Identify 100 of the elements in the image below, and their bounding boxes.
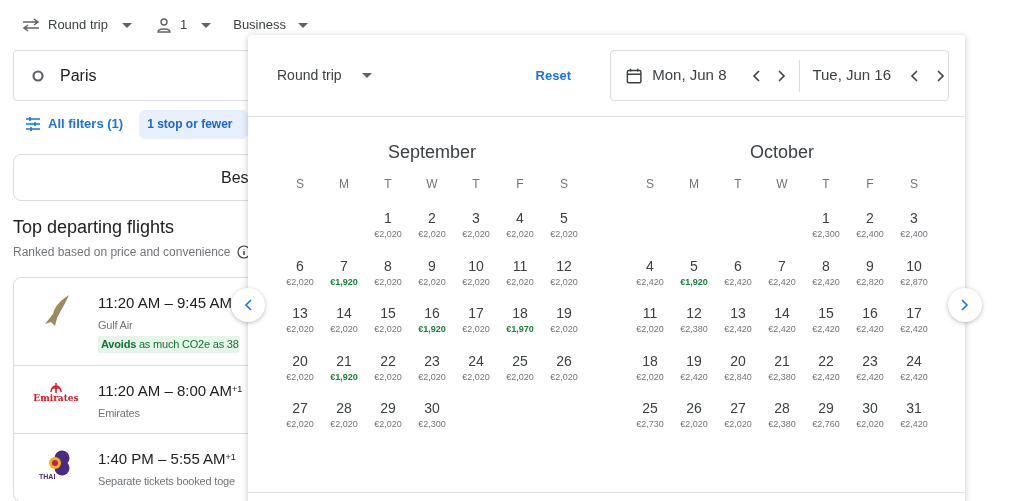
airline-name: Emirates — [98, 405, 140, 421]
stops-filter-chip[interactable]: 1 stop or fewer — [139, 109, 249, 139]
weekday-label: F — [516, 176, 524, 193]
day-cell[interactable]: 27 €2,020 — [716, 398, 760, 434]
day-cell[interactable]: 23 €2,420 — [848, 350, 892, 387]
caret-icon — [361, 73, 372, 78]
weekday-label: S — [296, 176, 304, 193]
logo-text: Emirates — [33, 394, 79, 403]
person-icon — [156, 17, 172, 33]
day-cell[interactable]: 5 €2,020 — [542, 208, 586, 244]
day-cell[interactable]: 15 €2,420 — [804, 303, 848, 339]
day-cell[interactable]: 24 €2,020 — [454, 350, 498, 387]
day-cell[interactable]: 16 €1,920 — [410, 303, 454, 339]
day-cell[interactable]: 1 €2,300 — [804, 208, 848, 244]
day-cell[interactable]: 2 €2,400 — [848, 208, 892, 244]
day-cell[interactable]: 26 €2,020 — [542, 350, 586, 387]
month-title: September — [386, 141, 478, 164]
calendar-icon — [626, 66, 643, 85]
chevron-left-icon — [751, 69, 760, 82]
day-cell[interactable]: 25 €2,020 — [498, 350, 542, 387]
day-cell[interactable]: 9 €2,820 — [848, 255, 892, 292]
day-cell[interactable]: 3 €2,020 — [454, 208, 498, 244]
weekday-label: T — [734, 176, 742, 193]
day-cell[interactable]: 8 €2,420 — [804, 255, 848, 292]
day-cell[interactable]: 1 €2,020 — [366, 208, 410, 244]
day-cell[interactable]: 14 €2,020 — [322, 303, 366, 339]
cabin-dropdown[interactable]: Business — [233, 15, 308, 35]
day-cell[interactable]: 8 €2,020 — [366, 255, 410, 292]
weekday-label: W — [426, 176, 438, 193]
day-cell[interactable]: 13 €2,020 — [278, 303, 322, 339]
day-cell[interactable]: 2 €2,020 — [410, 208, 454, 244]
day-cell[interactable]: 21 €1,920 — [322, 350, 366, 387]
day-cell[interactable]: 19 €2,420 — [672, 350, 716, 387]
chevron-right-icon — [778, 69, 787, 82]
weekday-label: F — [866, 176, 874, 193]
weekday-label: M — [689, 176, 699, 193]
day-cell[interactable]: 10 €2,020 — [454, 255, 498, 292]
emissions-badge: Avoids as much CO2e as 38 — [98, 336, 239, 353]
day-cell[interactable]: 17 €2,020 — [454, 303, 498, 339]
day-cell[interactable]: 3 €2,400 — [892, 208, 936, 244]
day-cell[interactable]: 4 €2,420 — [628, 255, 672, 292]
day-cell[interactable]: 31 €2,420 — [892, 398, 936, 434]
day-cell[interactable]: 11 €2,020 — [628, 303, 672, 339]
flight-times: 11:20 AM – 8:00 AM$^{+1}$ — [98, 381, 243, 401]
day-cell[interactable]: 7 €1,920 — [322, 255, 366, 292]
day-cell[interactable]: 10 €2,870 — [892, 255, 936, 292]
day-cell[interactable]: 18 €2,020 — [628, 350, 672, 387]
day-cell[interactable]: 22 €2,020 — [366, 350, 410, 387]
day-cell[interactable]: 4 €2,020 — [498, 208, 542, 244]
day-cell[interactable]: 6 €2,420 — [716, 255, 760, 292]
weekday-label: T — [472, 176, 480, 193]
day-cell[interactable]: 14 €2,420 — [760, 303, 804, 339]
day-cell[interactable]: 15 €2,020 — [366, 303, 410, 339]
day-cell[interactable]: 13 €2,420 — [716, 303, 760, 339]
airline-name: Separate tickets booked toge — [98, 473, 235, 489]
day-cell[interactable]: 30 €2,300 — [410, 398, 454, 434]
departure-date: Mon, Jun 8 — [652, 65, 727, 86]
day-cell[interactable]: 22 €2,420 — [804, 350, 848, 387]
day-cell[interactable]: 9 €2,020 — [410, 255, 454, 292]
day-cell[interactable]: 28 €2,020 — [322, 398, 366, 434]
day-cell[interactable]: 29 €2,020 — [366, 398, 410, 434]
caret-icon — [122, 22, 132, 28]
day-cell[interactable]: 26 €2,020 — [672, 398, 716, 434]
day-cell[interactable]: 19 €2,020 — [542, 303, 586, 339]
circle-icon — [32, 69, 44, 82]
day-cell[interactable]: 6 €2,020 — [278, 255, 322, 292]
day-cell[interactable]: 25 €2,730 — [628, 398, 672, 434]
chevron-left-icon — [910, 69, 919, 82]
day-cell[interactable]: 17 €2,420 — [892, 303, 936, 339]
day-cell[interactable]: 28 €2,380 — [760, 398, 804, 434]
day-cell[interactable]: 23 €2,020 — [410, 350, 454, 387]
flight-times: 11:20 AM – 9:45 AM — [98, 293, 232, 313]
section-title: Top departing flights — [13, 216, 175, 239]
filter-icon — [26, 117, 40, 131]
all-filters-button[interactable]: All filters (1) — [26, 114, 124, 134]
passengers-dropdown[interactable]: 1 — [156, 15, 212, 35]
day-cell[interactable]: 24 €2,420 — [892, 350, 936, 387]
flight-times: 1:40 PM – 5:55 AM$^{+1}$ — [98, 449, 236, 469]
day-cell[interactable]: 20 €2,840 — [716, 350, 760, 387]
date-range-field[interactable]: Mon, Jun 8 Tue, Jun 16 — [610, 50, 949, 101]
day-cell[interactable]: 16 €2,420 — [848, 303, 892, 339]
reset-button[interactable]: Reset — [535, 65, 571, 86]
day-cell[interactable]: 5 €1,920 — [672, 255, 716, 292]
day-cell[interactable]: 21 €2,380 — [760, 350, 804, 387]
weekday-label: S — [646, 176, 654, 193]
day-cell[interactable]: 11 €2,020 — [498, 255, 542, 292]
day-cell[interactable]: 29 €2,760 — [804, 398, 848, 434]
section-subtitle: Ranked based on price and convenience — [13, 244, 231, 261]
trip-type-dropdown[interactable]: Round trip — [22, 15, 132, 35]
swap-icon — [22, 18, 40, 32]
day-cell[interactable]: 18 €1,970 — [498, 303, 542, 339]
weekday-label: T — [384, 176, 392, 193]
day-cell[interactable]: 12 €2,380 — [672, 303, 716, 339]
day-cell[interactable]: 12 €2,020 — [542, 255, 586, 292]
info-icon[interactable] — [236, 245, 251, 259]
chevron-right-icon — [961, 299, 969, 311]
day-cell[interactable]: 7 €2,420 — [760, 255, 804, 292]
day-cell[interactable]: 30 €2,020 — [848, 398, 892, 434]
weekday-label: T — [822, 176, 830, 193]
month-title: October — [749, 141, 815, 164]
